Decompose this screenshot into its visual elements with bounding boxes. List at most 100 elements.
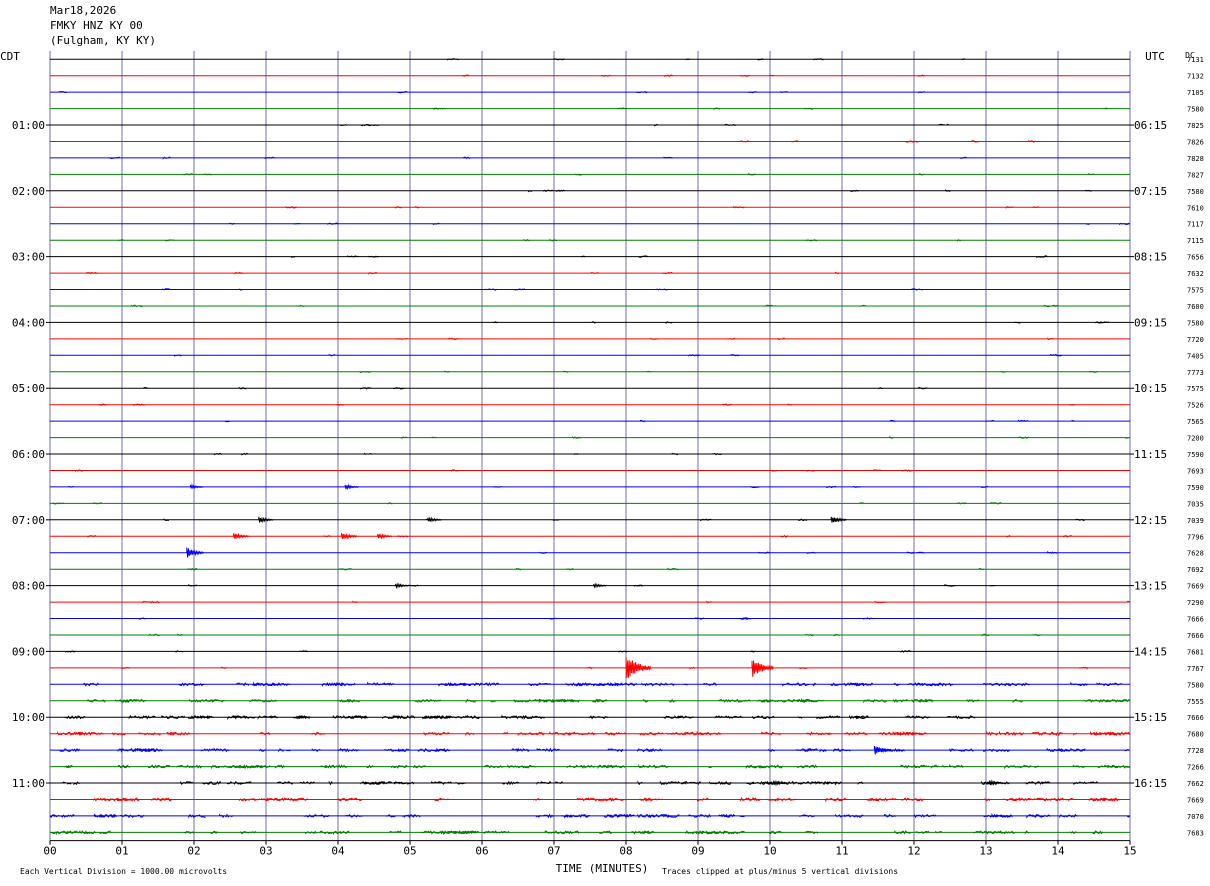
seismic-event — [233, 532, 250, 540]
footer-right: Traces clipped at plus/minus 5 vertical … — [662, 867, 898, 876]
dc-offset-label: 7526 — [1187, 402, 1204, 410]
hour-label-right: 06:15 — [1134, 119, 1167, 132]
seismic-event — [395, 582, 410, 590]
dc-offset-label: 7669 — [1187, 797, 1204, 805]
dc-offset-label: 7565 — [1187, 418, 1204, 426]
dc-offset-label: 7200 — [1187, 435, 1204, 443]
seismic-event — [593, 582, 607, 589]
dc-offset-label: 7580 — [1187, 319, 1204, 327]
dc-offset-label: 7728 — [1187, 747, 1204, 755]
hour-label-right: 10:15 — [1134, 382, 1167, 395]
x-tick-label: 02 — [187, 845, 200, 858]
dc-offset-label: 7290 — [1187, 599, 1204, 607]
x-tick-label: 12 — [907, 845, 920, 858]
dc-offset-label: 7610 — [1187, 204, 1204, 212]
dc-offset-label: 7825 — [1187, 122, 1204, 130]
label-layer: 7131713271057580782578267828782775807610… — [12, 56, 1204, 857]
seismogram-plot: 7131713271057580782578267828782775807610… — [0, 50, 1204, 876]
dc-offset-label: 7405 — [1187, 352, 1204, 360]
dc-offset-label: 7580 — [1187, 106, 1204, 114]
hour-label-left: 08:00 — [12, 580, 45, 593]
dc-offset-label: 7656 — [1187, 254, 1204, 262]
trace-noise — [64, 714, 976, 721]
dc-offset-label: 7767 — [1187, 665, 1204, 673]
x-tick-label: 01 — [115, 845, 128, 858]
seismic-event — [773, 779, 788, 787]
hour-label-left: 07:00 — [12, 514, 45, 527]
x-tick-label: 09 — [691, 845, 704, 858]
dc-offset-label: 7666 — [1187, 714, 1204, 722]
seismic-event — [189, 483, 204, 490]
hour-label-right: 15:15 — [1134, 711, 1167, 724]
x-tick-label: 08 — [619, 845, 632, 858]
dc-offset-label: 7132 — [1187, 73, 1204, 81]
hour-label-left: 10:00 — [12, 711, 45, 724]
hour-label-left: 04:00 — [12, 316, 45, 329]
seismic-event — [873, 745, 892, 755]
dc-offset-label: 7692 — [1187, 566, 1204, 574]
dc-label: DC — [1185, 51, 1195, 60]
x-tick-label: 10 — [763, 845, 776, 858]
dc-offset-label: 7266 — [1187, 764, 1204, 772]
dc-offset-label: 7826 — [1187, 139, 1204, 147]
seismic-event — [625, 656, 652, 678]
hour-label-right: 09:15 — [1134, 316, 1167, 329]
x-tick-label: 13 — [979, 845, 992, 858]
seismic-event — [344, 483, 360, 491]
hour-label-right: 12:15 — [1134, 514, 1167, 527]
dc-offset-label: 7590 — [1187, 451, 1204, 459]
dc-offset-label: 7827 — [1187, 171, 1204, 179]
x-tick-label: 06 — [475, 845, 488, 858]
x-tick-label: 15 — [1123, 845, 1136, 858]
dc-offset-label: 7575 — [1187, 287, 1204, 295]
dc-offset-label: 7683 — [1187, 829, 1204, 837]
dc-offset-label: 7555 — [1187, 698, 1204, 706]
dc-offset-label: 7693 — [1187, 468, 1204, 476]
footer-left: Each Vertical Division = 1000.00 microvo… — [20, 867, 227, 876]
dc-offset-label: 7669 — [1187, 583, 1204, 591]
hour-label-right: 14:15 — [1134, 645, 1167, 658]
dc-offset-label: 7070 — [1187, 813, 1204, 821]
x-axis-title: TIME (MINUTES) — [556, 862, 649, 875]
hour-label-right: 08:15 — [1134, 251, 1167, 264]
hour-label-left: 09:00 — [12, 645, 45, 658]
hour-label-right: 11:15 — [1134, 448, 1167, 461]
dc-offset-label: 7117 — [1187, 221, 1204, 229]
grid-layer — [49, 51, 1131, 841]
dc-offset-label: 7105 — [1187, 89, 1204, 97]
seismic-event — [341, 532, 358, 540]
seismic-event — [186, 547, 205, 558]
hour-label-left: 11:00 — [12, 777, 45, 790]
seismic-event — [989, 779, 1004, 786]
dc-offset-label: 7666 — [1187, 616, 1204, 624]
dc-offset-label: 7828 — [1187, 155, 1204, 163]
dc-offset-label: 7666 — [1187, 632, 1204, 640]
dc-offset-label: 7632 — [1187, 270, 1204, 278]
dc-offset-label: 7773 — [1187, 369, 1204, 377]
hour-label-left: 01:00 — [12, 119, 45, 132]
dc-offset-label: 7680 — [1187, 731, 1204, 739]
x-tick-label: 14 — [1051, 845, 1065, 858]
x-tick-label: 04 — [331, 845, 345, 858]
x-tick-label: 00 — [43, 845, 56, 858]
dc-offset-label: 7115 — [1187, 237, 1204, 245]
dc-offset-label: 7580 — [1187, 681, 1204, 689]
hour-label-right: 16:15 — [1134, 777, 1167, 790]
right-axis-label: UTC — [1145, 50, 1165, 63]
dc-offset-label: 7796 — [1187, 533, 1204, 541]
trace-layer — [49, 58, 1131, 836]
dc-offset-label: 7720 — [1187, 336, 1204, 344]
x-tick-label: 07 — [547, 845, 560, 858]
dc-offset-label: 7628 — [1187, 550, 1204, 558]
dc-offset-label: 7681 — [1187, 648, 1204, 656]
hour-label-left: 02:00 — [12, 185, 45, 198]
dc-offset-label: 7039 — [1187, 517, 1204, 525]
hour-label-left: 03:00 — [12, 251, 45, 264]
dc-offset-label: 7590 — [1187, 484, 1204, 492]
hour-label-right: 13:15 — [1134, 580, 1167, 593]
dc-offset-label: 7662 — [1187, 780, 1204, 788]
dc-offset-label: 7035 — [1187, 500, 1204, 508]
dc-offset-label: 7600 — [1187, 303, 1204, 311]
x-tick-label: 11 — [835, 845, 848, 858]
seismic-event — [377, 533, 393, 540]
